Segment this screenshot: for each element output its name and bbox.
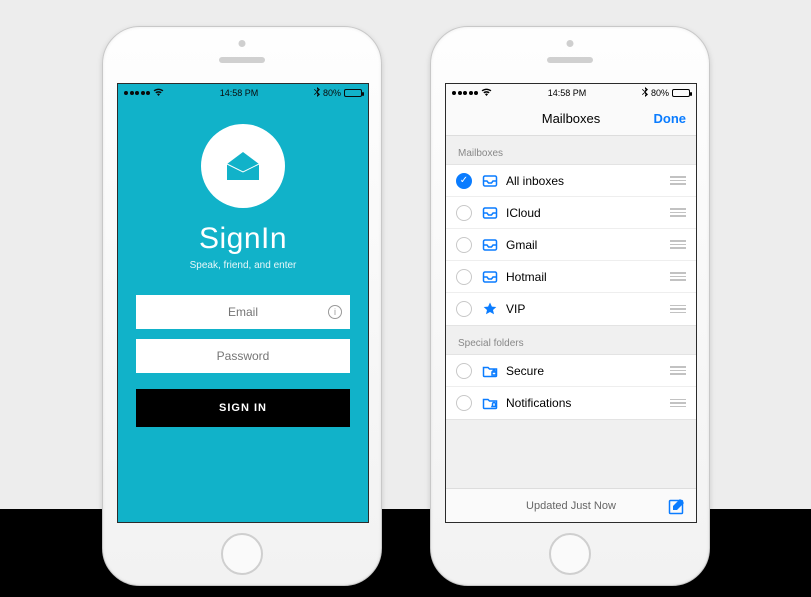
status-time: 14:58 PM [220, 88, 259, 98]
status-time: 14:58 PM [548, 88, 587, 98]
checkbox-icon[interactable] [456, 205, 472, 221]
tray-icon [482, 173, 498, 189]
star-icon [482, 301, 498, 317]
mailbox-row[interactable]: Hotmail [446, 261, 696, 293]
row-label: Notifications [506, 396, 670, 410]
email-field-wrap: i [136, 295, 350, 329]
section-header-special: Special folders [446, 326, 696, 354]
signin-subtitle: Speak, friend, and enter [118, 260, 368, 271]
info-icon[interactable]: i [328, 305, 342, 319]
compose-icon[interactable] [668, 497, 686, 515]
reorder-grip-icon[interactable] [670, 176, 686, 185]
special-row[interactable]: Secure [446, 355, 696, 387]
tray-icon [482, 205, 498, 221]
home-button[interactable] [549, 533, 591, 575]
password-field[interactable] [136, 339, 350, 373]
section-header-mailboxes: Mailboxes [446, 136, 696, 164]
phone-camera [239, 40, 246, 47]
checkbox-icon[interactable] [456, 301, 472, 317]
row-label: VIP [506, 302, 670, 316]
signal-icon [452, 91, 478, 95]
battery-icon [672, 89, 690, 97]
battery-pct: 80% [323, 88, 341, 98]
special-row[interactable]: Notifications [446, 387, 696, 419]
checkbox-icon[interactable] [456, 395, 472, 411]
checkbox-icon[interactable] [456, 363, 472, 379]
wifi-icon [153, 88, 164, 99]
reorder-grip-icon[interactable] [670, 305, 686, 314]
phone-speaker [547, 57, 593, 63]
password-field-wrap [136, 339, 350, 373]
status-bar: 14:58 PM 80% [446, 84, 696, 102]
reorder-grip-icon[interactable] [670, 399, 686, 408]
reorder-grip-icon[interactable] [670, 272, 686, 281]
nav-bar: Mailboxes Done [446, 102, 696, 136]
status-bar: 14:58 PM 80% [118, 84, 368, 102]
screen-signin: 14:58 PM 80% SignIn [117, 83, 369, 523]
row-label: Secure [506, 364, 670, 378]
battery-icon [344, 89, 362, 97]
screen-mailboxes: 14:58 PM 80% Mailboxes Done Mailboxes Al… [445, 83, 697, 523]
phone-speaker [219, 57, 265, 63]
mailbox-row[interactable]: Gmail [446, 229, 696, 261]
nav-title: Mailboxes [542, 111, 601, 126]
bluetooth-icon [642, 87, 648, 99]
checkbox-icon[interactable] [456, 269, 472, 285]
mailbox-row[interactable]: ICloud [446, 197, 696, 229]
mailbox-row[interactable]: All inboxes [446, 165, 696, 197]
phone-camera [567, 40, 574, 47]
reorder-grip-icon[interactable] [670, 240, 686, 249]
reorder-grip-icon[interactable] [670, 366, 686, 375]
done-button[interactable]: Done [654, 111, 687, 126]
folder-lock-icon [482, 363, 498, 379]
email-field[interactable] [136, 295, 350, 329]
phone-mockup-signin: 14:58 PM 80% SignIn [102, 26, 382, 586]
folder-bell-icon [482, 395, 498, 411]
bluetooth-icon [314, 87, 320, 99]
checkbox-icon[interactable] [456, 237, 472, 253]
battery-pct: 80% [651, 88, 669, 98]
row-label: All inboxes [506, 174, 670, 188]
checkbox-icon[interactable] [456, 173, 472, 189]
wifi-icon [481, 88, 492, 99]
signin-title: SignIn [118, 222, 368, 256]
row-label: Hotmail [506, 270, 670, 284]
phone-mockup-mailboxes: 14:58 PM 80% Mailboxes Done Mailboxes Al… [430, 26, 710, 586]
row-label: ICloud [506, 206, 670, 220]
tray-icon [482, 237, 498, 253]
sign-in-button[interactable]: SIGN IN [136, 389, 350, 427]
toolbar-status: Updated Just Now [526, 500, 616, 512]
toolbar: Updated Just Now [446, 488, 696, 522]
mailbox-row[interactable]: VIP [446, 293, 696, 325]
row-label: Gmail [506, 238, 670, 252]
reorder-grip-icon[interactable] [670, 208, 686, 217]
home-button[interactable] [221, 533, 263, 575]
tray-icon [482, 269, 498, 285]
signal-icon [124, 91, 150, 95]
app-logo [201, 124, 285, 208]
